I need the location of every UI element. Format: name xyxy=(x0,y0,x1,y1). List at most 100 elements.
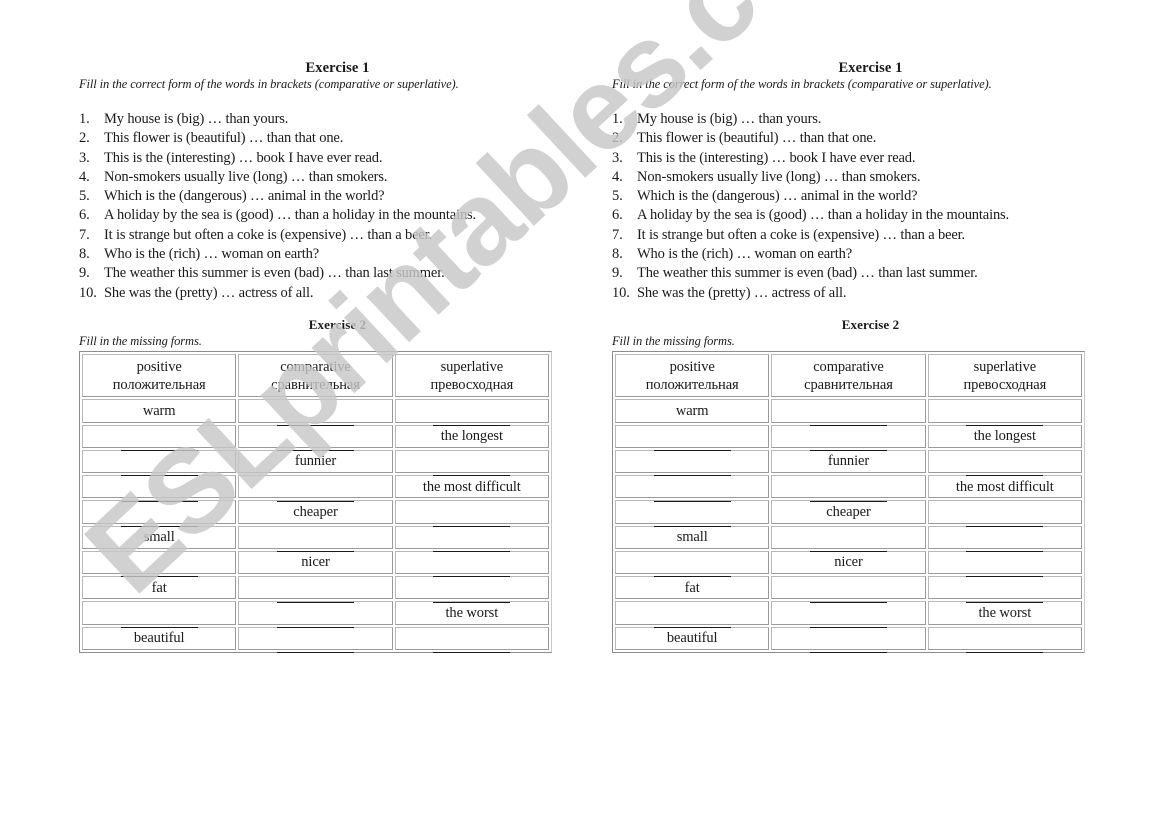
given-word: small xyxy=(143,529,175,546)
table-cell xyxy=(82,449,237,477)
table-cell: beautiful xyxy=(82,626,237,650)
table-cell: warm xyxy=(82,399,237,423)
sentence-text: Who is the (rich) … woman on earth? xyxy=(637,246,852,263)
sentence-number: 1. xyxy=(79,111,90,127)
answer-blank[interactable] xyxy=(809,411,887,426)
answer-blank[interactable] xyxy=(120,461,198,477)
answer-blank[interactable] xyxy=(809,537,887,553)
answer-blank[interactable] xyxy=(809,588,887,603)
sentence-item: 1. My house is (big) … than yours. xyxy=(612,110,1009,129)
answer-blank[interactable] xyxy=(653,436,731,452)
table-row: warm xyxy=(615,399,1082,426)
table-cell: small xyxy=(82,525,237,549)
answer-blank[interactable] xyxy=(433,461,511,477)
answer-blank[interactable] xyxy=(809,487,887,502)
answer-blank[interactable] xyxy=(276,588,354,603)
answer-blank[interactable] xyxy=(966,588,1044,603)
answer-blank[interactable] xyxy=(653,461,731,477)
sentence-number: 3. xyxy=(79,149,90,166)
given-word: the most difficult xyxy=(955,478,1054,495)
answer-blank[interactable] xyxy=(276,613,354,628)
sentence-item: 10. She was the (pretty) … actress of all… xyxy=(612,284,1009,303)
answer-blank[interactable] xyxy=(433,411,511,426)
sentence-text: A holiday by the sea is (good) … than a … xyxy=(104,207,477,224)
answer-blank[interactable] xyxy=(120,562,198,578)
sentence-text: It is strange but often a coke is (expen… xyxy=(104,226,433,243)
column-header-english: superlative xyxy=(440,358,504,375)
exercise-2-instruction: Fill in the missing forms. xyxy=(79,334,202,348)
table-cell xyxy=(615,500,770,527)
answer-blank[interactable] xyxy=(276,411,354,426)
answer-blank[interactable] xyxy=(433,537,511,553)
answer-blank[interactable] xyxy=(966,638,1044,654)
answer-blank[interactable] xyxy=(653,613,731,628)
sentence-text: The weather this summer is even (bad) … … xyxy=(637,265,978,282)
table-row: small xyxy=(615,525,1082,553)
answer-blank[interactable] xyxy=(120,613,198,628)
adjective-forms-table: positive положительная comparative сравните… xyxy=(79,351,552,654)
table-cell xyxy=(927,399,1082,426)
answer-blank[interactable] xyxy=(276,436,354,452)
answer-blank[interactable] xyxy=(276,487,354,502)
table-cell xyxy=(394,449,549,477)
answer-blank[interactable] xyxy=(433,512,511,527)
answer-blank[interactable] xyxy=(276,537,354,553)
answer-blank[interactable] xyxy=(276,638,354,654)
table-row: small xyxy=(82,525,549,553)
table-cell xyxy=(238,424,393,452)
answer-blank[interactable] xyxy=(653,562,731,578)
sentence-item: 9. The weather this summer is even (bad) … xyxy=(79,264,476,283)
answer-blank[interactable] xyxy=(966,411,1044,426)
given-word: cheaper xyxy=(826,503,871,520)
sentence-text: This flower is (beautiful) … than that o… xyxy=(637,130,877,147)
table-row: nicer xyxy=(82,550,549,578)
sentence-number: 8. xyxy=(79,246,90,263)
table-row: cheaper xyxy=(615,500,1082,527)
answer-blank[interactable] xyxy=(966,461,1044,477)
column-header-english: comparative xyxy=(813,358,884,375)
table-cell xyxy=(771,576,926,603)
exercise-1-title: Exercise 1 xyxy=(305,60,370,76)
exercise-1-sentence-list: 1. My house is (big) … than yours. 2. This… xyxy=(79,110,476,303)
table-row: nicer xyxy=(615,550,1082,578)
table-cell xyxy=(771,424,926,452)
sentence-text: Non-smokers usually live (long) … than s… xyxy=(104,168,388,185)
sentence-item: 4. Non-smokers usually live (long) … than… xyxy=(612,168,1009,187)
table-cell xyxy=(771,475,926,502)
answer-blank[interactable] xyxy=(809,613,887,628)
answer-blank[interactable] xyxy=(653,487,731,502)
answer-blank[interactable] xyxy=(120,436,198,452)
table-row: cheaper xyxy=(82,500,549,527)
answer-blank[interactable] xyxy=(809,638,887,654)
table-cell: small xyxy=(615,525,770,549)
sentence-text: Which is the (dangerous) … animal in the… xyxy=(637,188,918,205)
sentence-number: 5. xyxy=(612,188,623,205)
table-cell xyxy=(771,601,926,628)
given-word: the longest xyxy=(440,428,503,445)
column-header-english: positive xyxy=(669,358,715,375)
sentence-item: 4. Non-smokers usually live (long) … than… xyxy=(79,168,476,187)
column-header-russian: сравнительная xyxy=(804,376,893,393)
table-cell xyxy=(927,550,1082,578)
table-row: the longest xyxy=(82,424,549,452)
answer-blank[interactable] xyxy=(809,436,887,452)
answer-blank[interactable] xyxy=(120,487,198,502)
table-row: warm xyxy=(82,399,549,426)
exercise-2-title: Exercise 2 xyxy=(841,317,900,332)
answer-blank[interactable] xyxy=(966,512,1044,527)
sentence-text: She was the (pretty) … actress of all. xyxy=(104,284,314,301)
answer-blank[interactable] xyxy=(966,562,1044,578)
table-cell xyxy=(927,525,1082,553)
given-word: the longest xyxy=(973,428,1036,445)
answer-blank[interactable] xyxy=(433,562,511,578)
answer-blank[interactable] xyxy=(433,588,511,603)
given-word: cheaper xyxy=(293,503,338,520)
answer-blank[interactable] xyxy=(433,638,511,654)
table-cell: fat xyxy=(615,576,770,600)
answer-blank[interactable] xyxy=(966,537,1044,553)
table-cell: the worst xyxy=(394,601,549,625)
sentence-number: 2. xyxy=(612,130,623,147)
answer-blank[interactable] xyxy=(120,512,198,527)
answer-blank[interactable] xyxy=(653,512,731,527)
table-row: the most difficult xyxy=(82,475,549,502)
